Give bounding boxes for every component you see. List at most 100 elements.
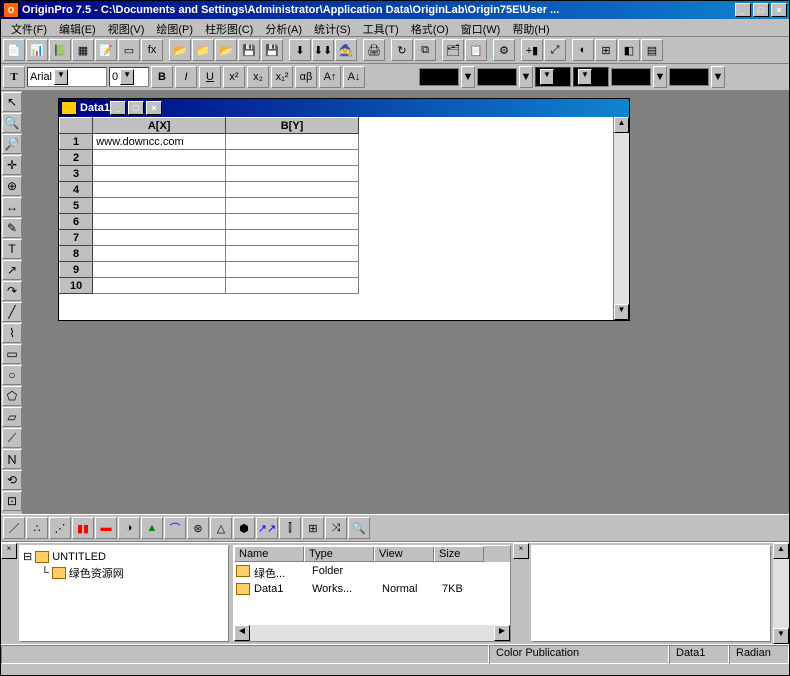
tree-collapse[interactable]: × [1, 543, 17, 644]
text-tool-icon[interactable]: T [3, 66, 25, 88]
child-minimize-button[interactable]: _ [110, 101, 126, 115]
menu-window[interactable]: 窗口(W) [455, 19, 507, 36]
data-reader-icon[interactable]: ⊕ [2, 176, 22, 196]
tool3-icon[interactable]: ◧ [618, 39, 640, 61]
save-template-icon[interactable]: 💾 [261, 39, 283, 61]
worksheet-titlebar[interactable]: Data1 _ □ × [59, 99, 629, 117]
color3-drop[interactable]: ▼ [653, 66, 667, 88]
scatter-plot-icon[interactable]: ∴ [26, 517, 48, 539]
color3-swatch[interactable] [611, 68, 651, 86]
line-color-drop[interactable]: ▼ [461, 66, 475, 88]
color4-drop[interactable]: ▼ [711, 66, 725, 88]
superscript-icon[interactable]: x² [223, 66, 245, 88]
close-button[interactable]: × [771, 3, 787, 17]
scroll-up-icon[interactable]: ▲ [614, 117, 629, 133]
polar-plot-icon[interactable]: ⊛ [187, 517, 209, 539]
cell[interactable] [226, 166, 359, 182]
new-graph-icon[interactable]: 📊 [26, 39, 48, 61]
row-header[interactable]: 8 [60, 246, 93, 262]
import-wizard-icon[interactable]: 🧙 [335, 39, 357, 61]
greek-icon[interactable]: αβ [295, 66, 317, 88]
menu-column[interactable]: 柱形图(C) [199, 19, 259, 36]
row-header[interactable]: 10 [60, 278, 93, 294]
save-icon[interactable]: 💾 [238, 39, 260, 61]
line-plot-icon[interactable]: ／ [3, 517, 25, 539]
open-excel-icon[interactable]: 📂 [215, 39, 237, 61]
project-tree[interactable]: ⊟UNTITLED └绿色资源网 [19, 545, 229, 642]
double-y-icon[interactable]: ⤨ [325, 517, 347, 539]
cell[interactable] [93, 166, 226, 182]
circle-icon[interactable]: ○ [2, 365, 22, 385]
polygon-icon[interactable]: ⬠ [2, 386, 22, 406]
decrease-font-icon[interactable]: A↓ [343, 66, 365, 88]
template-icon[interactable]: ⊞ [302, 517, 324, 539]
cell[interactable] [93, 214, 226, 230]
supersubscript-icon[interactable]: x₁² [271, 66, 293, 88]
menu-stats[interactable]: 统计(S) [308, 19, 357, 36]
lv-col-size[interactable]: Size [434, 546, 484, 562]
menu-help[interactable]: 帮助(H) [506, 19, 555, 36]
pie-plot-icon[interactable]: ◑ [118, 517, 140, 539]
rotate-icon[interactable]: ⊡ [2, 491, 22, 511]
tool2-icon[interactable]: ⊞ [595, 39, 617, 61]
row-header[interactable]: 1 [60, 134, 93, 150]
new-notes-icon[interactable]: 📝 [95, 39, 117, 61]
cell[interactable] [93, 230, 226, 246]
lv-col-view[interactable]: View [374, 546, 434, 562]
zoom-out-icon[interactable]: 🔎 [2, 134, 22, 154]
cell[interactable] [226, 246, 359, 262]
worksheet-table[interactable]: A[X] B[Y] 1www.downcc.com 2 3 4 5 6 7 8 … [59, 117, 359, 294]
text-icon[interactable]: T [2, 239, 22, 259]
preview-collapse[interactable]: × [513, 543, 529, 644]
row-header[interactable]: 9 [60, 262, 93, 278]
menu-plot[interactable]: 绘图(P) [150, 19, 199, 36]
list-item[interactable]: 绿色... Folder [236, 564, 508, 582]
bold-icon[interactable]: B [151, 66, 173, 88]
code-builder-icon[interactable]: ⚙ [493, 39, 515, 61]
mask-icon[interactable]: Ｎ [2, 449, 22, 469]
3d-plot-icon[interactable]: ⬢ [233, 517, 255, 539]
freehand-icon[interactable]: ⟋ [2, 428, 22, 448]
menu-tools[interactable]: 工具(T) [357, 19, 405, 36]
cell[interactable] [93, 182, 226, 198]
line-icon[interactable]: ╱ [2, 302, 22, 322]
results-log-icon[interactable]: 📋 [465, 39, 487, 61]
lv-hscroll[interactable]: ◀▶ [234, 625, 510, 641]
linewidth-combo[interactable]: ▼ [535, 67, 571, 87]
area-plot-icon[interactable]: ▲ [141, 517, 163, 539]
unmask-icon[interactable]: ⟲ [2, 470, 22, 490]
line-symbol-icon[interactable]: ⋰ [49, 517, 71, 539]
row-header[interactable]: 3 [60, 166, 93, 182]
row-header[interactable]: 2 [60, 150, 93, 166]
row-header[interactable]: 7 [60, 230, 93, 246]
cell[interactable] [93, 198, 226, 214]
color4-swatch[interactable] [669, 68, 709, 86]
underline-icon[interactable]: U [199, 66, 221, 88]
ternary-plot-icon[interactable]: △ [210, 517, 232, 539]
pointer-icon[interactable]: ↖ [2, 92, 22, 112]
cell[interactable] [226, 182, 359, 198]
column-b-header[interactable]: B[Y] [226, 118, 359, 134]
tool4-icon[interactable]: ▤ [641, 39, 663, 61]
draw-data-icon[interactable]: ✎ [2, 218, 22, 238]
data-selector-icon[interactable]: ↔ [2, 197, 22, 217]
new-function-icon[interactable]: fx [141, 39, 163, 61]
project-explorer-icon[interactable]: 🗂 [442, 39, 464, 61]
tree-root[interactable]: ⊟UNTITLED [23, 549, 225, 564]
duplicate-icon[interactable]: ⧉ [414, 39, 436, 61]
new-excel-icon[interactable]: 📗 [49, 39, 71, 61]
minimize-button[interactable]: _ [735, 3, 751, 17]
cell[interactable] [93, 150, 226, 166]
cell[interactable]: www.downcc.com [93, 134, 226, 150]
row-header[interactable]: 6 [60, 214, 93, 230]
import-single-icon[interactable]: ⬇ [289, 39, 311, 61]
new-layout-icon[interactable]: ▭ [118, 39, 140, 61]
row-header[interactable]: 4 [60, 182, 93, 198]
column-a-header[interactable]: A[X] [93, 118, 226, 134]
scroll-down-icon[interactable]: ▼ [614, 304, 629, 320]
tool1-icon[interactable]: ◐ [572, 39, 594, 61]
linestyle-combo[interactable]: ▼ [573, 67, 609, 87]
font-combo[interactable]: Arial▼ [27, 67, 107, 87]
cell[interactable] [226, 262, 359, 278]
column-plot-icon[interactable]: ▮▮ [72, 517, 94, 539]
